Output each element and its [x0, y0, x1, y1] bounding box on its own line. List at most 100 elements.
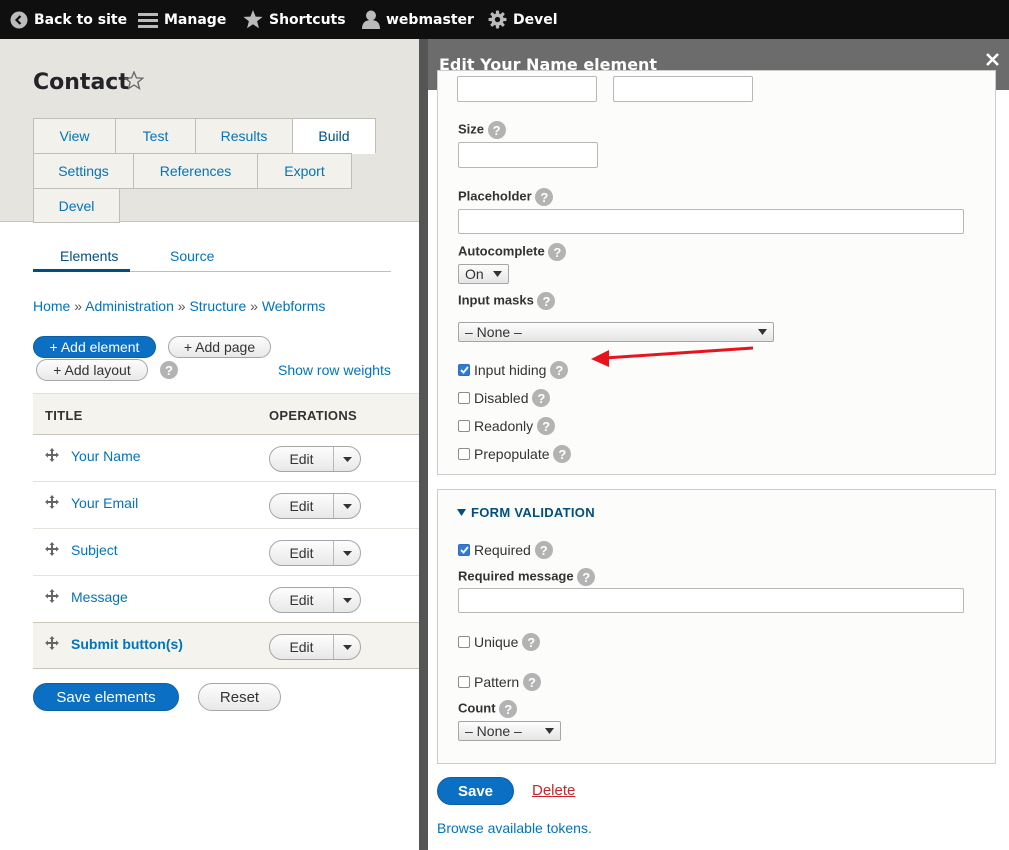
shortcuts-menu[interactable]: Shortcuts — [243, 0, 346, 39]
autocomplete-select[interactable]: On — [458, 264, 509, 284]
input-hiding-checkbox[interactable]: Input hiding ? — [458, 361, 569, 379]
subtab-elements[interactable]: Elements — [60, 248, 118, 264]
checkbox-unchecked[interactable] — [458, 448, 470, 460]
reset-button[interactable]: Reset — [198, 683, 281, 711]
dropbutton-toggle[interactable] — [334, 588, 360, 612]
shortcut-star-icon[interactable] — [124, 71, 144, 90]
dropbutton-toggle[interactable] — [334, 635, 360, 659]
breadcrumb-administration[interactable]: Administration — [85, 298, 174, 314]
breadcrumb-structure[interactable]: Structure — [189, 298, 246, 314]
save-elements-button[interactable]: Save elements — [33, 683, 179, 711]
manage-menu[interactable]: Manage — [138, 0, 226, 39]
help-icon[interactable]: ? — [550, 361, 569, 379]
prepopulate-checkbox[interactable]: Prepopulate ? — [458, 445, 572, 463]
breadcrumb-webforms[interactable]: Webforms — [262, 298, 326, 314]
help-icon[interactable]: ? — [532, 389, 551, 407]
help-icon[interactable]: ? — [499, 700, 518, 718]
browse-tokens-link[interactable]: Browse available tokens. — [437, 820, 592, 836]
caret-down-icon — [342, 644, 352, 650]
scrolled-field[interactable] — [613, 76, 753, 102]
required-message-input[interactable] — [458, 588, 964, 613]
table-row: Subject Edit — [33, 529, 419, 576]
checkbox-unchecked[interactable] — [458, 392, 470, 404]
show-row-weights-link[interactable]: Show row weights — [278, 362, 391, 378]
tab-test[interactable]: Test — [115, 118, 196, 154]
count-select[interactable]: – None – — [458, 721, 561, 741]
help-icon[interactable]: ? — [537, 292, 556, 310]
tab-view[interactable]: View — [33, 118, 116, 154]
drag-handle-icon[interactable] — [45, 448, 59, 462]
row-title-link[interactable]: Message — [71, 589, 128, 605]
checkbox-checked[interactable] — [458, 364, 470, 376]
drag-handle-icon[interactable] — [45, 495, 59, 509]
add-page-button[interactable]: + Add page — [168, 336, 271, 358]
page-title: Contact — [33, 70, 129, 95]
edit-button[interactable]: Edit — [270, 541, 334, 565]
subtab-source[interactable]: Source — [170, 248, 214, 264]
required-message-label: Required message ? — [458, 568, 596, 586]
checkbox-unchecked[interactable] — [458, 676, 470, 688]
user-menu[interactable]: webmaster — [362, 0, 474, 39]
table-row: Your Name Edit — [33, 435, 419, 482]
help-icon[interactable]: ? — [577, 568, 596, 586]
tab-export[interactable]: Export — [257, 153, 352, 189]
tab-results-label: Results — [220, 128, 268, 144]
size-input[interactable] — [458, 142, 598, 168]
caret-down-icon — [342, 597, 352, 603]
unique-checkbox[interactable]: Unique ? — [458, 633, 541, 651]
drag-handle-icon[interactable] — [45, 589, 59, 603]
devel-menu[interactable]: Devel — [488, 0, 558, 39]
add-layout-button[interactable]: + Add layout — [36, 359, 148, 381]
row-title-link[interactable]: Your Email — [71, 495, 138, 511]
tab-build[interactable]: Build — [292, 118, 376, 154]
delete-link[interactable]: Delete — [532, 782, 575, 799]
save-button[interactable]: Save — [437, 777, 514, 805]
checkbox-unchecked[interactable] — [458, 420, 470, 432]
help-icon[interactable]: ? — [523, 673, 542, 691]
tab-results[interactable]: Results — [195, 118, 293, 154]
readonly-checkbox[interactable]: Readonly ? — [458, 417, 556, 435]
dropbutton-toggle[interactable] — [334, 541, 360, 565]
scrolled-field[interactable] — [457, 76, 597, 102]
row-title-link[interactable]: Your Name — [71, 448, 141, 464]
back-to-site-link[interactable]: Back to site — [10, 0, 127, 39]
form-validation-summary[interactable]: FORM VALIDATION — [457, 505, 595, 520]
help-icon[interactable]: ? — [160, 361, 178, 379]
breadcrumb: Home » Administration » Structure » Webf… — [33, 298, 325, 314]
close-icon[interactable] — [986, 53, 999, 66]
help-icon[interactable]: ? — [553, 445, 572, 463]
disabled-label: Disabled — [474, 390, 529, 406]
input-masks-select[interactable]: – None – — [458, 322, 774, 342]
help-icon[interactable]: ? — [487, 121, 506, 139]
help-icon[interactable]: ? — [534, 541, 553, 559]
help-icon[interactable]: ? — [537, 417, 556, 435]
breadcrumb-home[interactable]: Home — [33, 298, 70, 314]
dropbutton-toggle[interactable] — [334, 447, 360, 471]
drag-handle-icon[interactable] — [45, 636, 59, 650]
disabled-checkbox[interactable]: Disabled ? — [458, 389, 551, 407]
edit-button[interactable]: Edit — [270, 635, 334, 659]
tab-devel[interactable]: Devel — [33, 188, 120, 223]
tab-references[interactable]: References — [133, 153, 258, 189]
help-icon[interactable]: ? — [522, 633, 541, 651]
table-row: Your Email Edit — [33, 482, 419, 529]
help-icon[interactable]: ? — [535, 188, 554, 206]
dropbutton-toggle[interactable] — [334, 494, 360, 518]
edit-button[interactable]: Edit — [270, 447, 334, 471]
row-title-link[interactable]: Submit button(s) — [71, 636, 183, 652]
operations-dropbutton: Edit — [269, 540, 361, 566]
add-element-button[interactable]: + Add element — [33, 336, 156, 358]
row-title-link[interactable]: Subject — [71, 542, 118, 558]
edit-button[interactable]: Edit — [270, 588, 334, 612]
checkbox-checked[interactable] — [458, 544, 470, 556]
checkbox-unchecked[interactable] — [458, 636, 470, 648]
drag-handle-icon[interactable] — [45, 542, 59, 556]
pattern-checkbox[interactable]: Pattern ? — [458, 673, 542, 691]
edit-button[interactable]: Edit — [270, 494, 334, 518]
placeholder-input[interactable] — [458, 209, 964, 234]
required-checkbox[interactable]: Required ? — [458, 541, 553, 559]
gear-icon — [488, 10, 507, 29]
tab-settings[interactable]: Settings — [33, 153, 134, 189]
help-icon[interactable]: ? — [548, 243, 567, 261]
required-label: Required — [474, 542, 531, 558]
